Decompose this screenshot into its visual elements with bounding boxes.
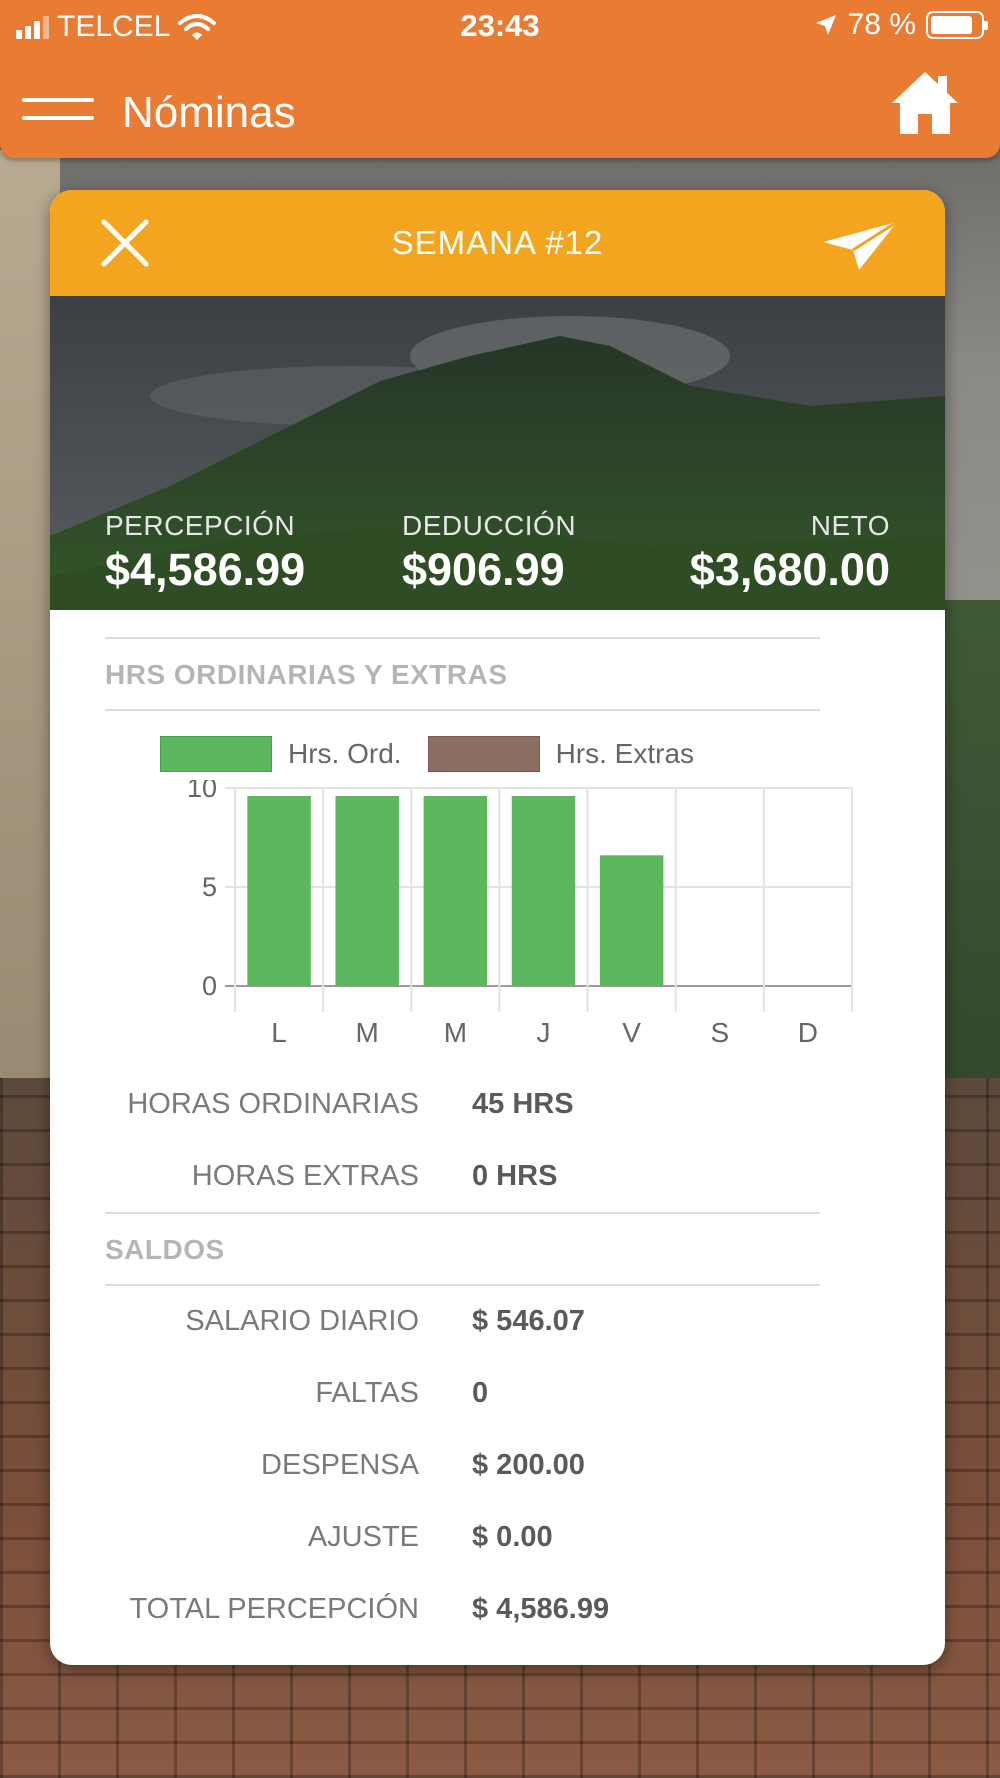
home-icon	[892, 72, 958, 134]
balance-row-despensa: DESPENSA $ 200.00	[105, 1449, 820, 1489]
x-tick-label: L	[271, 1017, 287, 1048]
menu-button[interactable]	[22, 96, 98, 126]
total-value: $3,680.00	[689, 544, 890, 595]
bar-ord-4	[599, 855, 664, 986]
total-label: NETO	[810, 510, 890, 541]
bar-ord-1	[335, 795, 399, 986]
row-label: DESPENSA	[261, 1449, 419, 1481]
x-tick-label: J	[537, 1017, 551, 1048]
row-value: 0 HRS	[472, 1160, 558, 1192]
bar-ord-0	[247, 795, 311, 986]
week-title: SEMANA #12	[391, 224, 604, 261]
balance-row-ajuste: AJUSTE $ 0.00	[105, 1521, 820, 1561]
row-label: TOTAL PERCEPCIÓN	[129, 1593, 419, 1625]
balance-row-total-percepcion: TOTAL PERCEPCIÓN $ 4,586.99	[105, 1593, 820, 1633]
divider	[105, 1284, 820, 1286]
row-value: $ 546.07	[472, 1305, 585, 1337]
row-value: $ 0.00	[472, 1521, 553, 1553]
legend-item-extras: Hrs. Extras	[427, 736, 695, 772]
row-label: HORAS EXTRAS	[191, 1160, 419, 1192]
y-tick-label: 10	[187, 780, 217, 803]
x-tick-label: S	[710, 1017, 729, 1048]
total-label: DEDUCCIÓN	[402, 510, 577, 541]
hours-section-title: HRS ORDINARIAS Y EXTRAS	[105, 659, 508, 690]
row-value: 0	[472, 1377, 489, 1409]
divider	[105, 709, 820, 711]
balance-row-faltas: FALTAS 0	[105, 1377, 820, 1417]
bar-ord-3	[511, 795, 576, 986]
hero-banner: PERCEPCIÓN $4,586.99 DEDUCCIÓN $906.99 N…	[50, 296, 945, 610]
legend-label: Hrs. Ord.	[288, 738, 402, 769]
send-button[interactable]	[821, 220, 899, 272]
battery-icon	[926, 11, 988, 39]
x-tick-label: D	[798, 1017, 818, 1048]
chart-legend: Hrs. Ord. Hrs. Extras	[160, 736, 720, 772]
total-value: $4,586.99	[105, 544, 306, 595]
bar-ord-2	[423, 795, 488, 986]
page-title: Nóminas	[122, 88, 296, 137]
total-label: PERCEPCIÓN	[105, 510, 296, 541]
total-neto: NETO $3,680.00	[690, 510, 890, 596]
total-deduccion: DEDUCCIÓN $906.99	[402, 510, 576, 596]
hours-bar-chart: 0 5 10 L M M J V S D	[187, 780, 853, 1048]
row-label: AJUSTE	[307, 1521, 419, 1553]
x-tick-label: V	[622, 1017, 641, 1048]
status-bar: TELCEL 23:43 78 %	[0, 0, 1000, 52]
hours-row-extras: HORAS EXTRAS 0 HRS	[105, 1160, 820, 1200]
divider	[105, 1212, 820, 1214]
total-value: $906.99	[402, 544, 565, 595]
row-value: $ 200.00	[472, 1449, 585, 1481]
app-header: TELCEL 23:43 78 % Nóminas	[0, 0, 1000, 158]
x-tick-label: M	[356, 1017, 379, 1048]
y-tick-label: 5	[202, 872, 217, 902]
battery-indicator: 78 %	[814, 8, 988, 42]
legend-label: Hrs. Extras	[555, 738, 695, 769]
total-percepcion: PERCEPCIÓN $4,586.99	[105, 510, 305, 596]
legend-swatch-extras	[427, 736, 540, 772]
row-label: FALTAS	[315, 1377, 419, 1409]
divider	[105, 637, 820, 639]
row-label: SALARIO DIARIO	[185, 1305, 419, 1337]
balance-row-salario-diario: SALARIO DIARIO $ 546.07	[105, 1305, 820, 1345]
x-tick-label: M	[444, 1017, 467, 1048]
row-value: $ 4,586.99	[472, 1593, 610, 1625]
payroll-card: SEMANA #12 PERCEPCIÓN $4,586.99 DEDUCCIÓ…	[50, 190, 945, 1665]
location-arrow-icon	[815, 15, 836, 35]
row-label: HORAS ORDINARIAS	[127, 1088, 419, 1120]
paper-plane-icon	[823, 220, 898, 270]
row-value: 45 HRS	[472, 1088, 574, 1120]
card-header: SEMANA #12	[50, 190, 945, 296]
legend-swatch-ord	[160, 736, 272, 772]
legend-item-ord: Hrs. Ord.	[160, 736, 402, 772]
battery-percent: 78 %	[847, 8, 916, 41]
y-tick-label: 0	[202, 971, 217, 1001]
hours-row-ordinarias: HORAS ORDINARIAS 45 HRS	[105, 1088, 820, 1128]
home-button[interactable]	[890, 68, 960, 138]
balances-section-title: SALDOS	[105, 1234, 225, 1265]
